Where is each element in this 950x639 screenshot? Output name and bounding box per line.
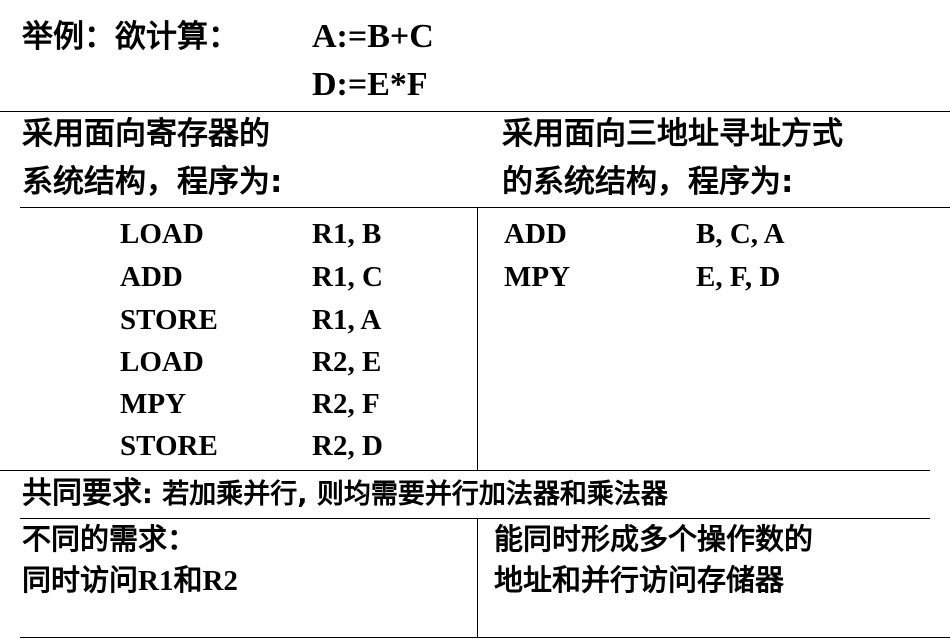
left-op-4: LOAD <box>120 346 204 378</box>
right-op-1: ADD <box>504 218 567 250</box>
right-args-2: E, F, D <box>696 261 781 293</box>
right-header-line2: 的系统结构，程序为: <box>502 164 794 200</box>
left-op-5: MPY <box>120 388 187 420</box>
right-op-2: MPY <box>504 261 571 293</box>
diff-left-reg1: R1 <box>138 565 174 597</box>
common-text: : 若加乘并行, 则均需要并行加法器和乘法器 <box>142 479 668 510</box>
left-op-3: STORE <box>120 304 218 336</box>
left-header-line1: 采用面向寄存器的 <box>22 116 270 152</box>
right-header-line1: 采用面向三地址寻址方式 <box>502 116 843 152</box>
left-args-2: R1, C <box>312 261 383 293</box>
diff-left-mid: 和 <box>173 563 203 597</box>
column-divider-lower <box>477 518 478 637</box>
left-args-1: R1, B <box>312 218 382 250</box>
left-op-6: STORE <box>120 430 218 462</box>
slide: 举例：欲计算： A:=B+C D:=E*F 采用面向寄存器的 系统结构，程序为:… <box>0 0 950 639</box>
common-label: 共同要求 <box>22 476 142 511</box>
diff-right-line1: 能同时形成多个操作数的 <box>494 522 814 556</box>
left-args-4: R2, E <box>312 346 382 378</box>
column-divider-upper <box>477 207 478 470</box>
common-requirement: 共同要求: 若加乘并行, 则均需要并行加法器和乘法器 <box>22 479 668 509</box>
divider-header <box>20 207 950 208</box>
divider-bottom <box>20 637 950 638</box>
example-label: 举例：欲计算： <box>22 19 239 55</box>
left-args-3: R1, A <box>312 304 382 336</box>
left-op-1: LOAD <box>120 218 204 250</box>
right-args-1: B, C, A <box>696 218 785 250</box>
divider-top <box>0 111 950 112</box>
diff-left-prefix: 同时访问 <box>22 563 139 597</box>
expression-a: A:=B+C <box>312 18 434 55</box>
divider-common <box>20 518 930 519</box>
diff-right-line2: 地址和并行访问存储器 <box>494 563 785 597</box>
left-header-line2: 系统结构，程序为: <box>22 164 283 200</box>
divider-program <box>0 470 930 471</box>
diff-left-reg2: R2 <box>202 565 238 597</box>
left-op-2: ADD <box>120 261 183 293</box>
diff-left-line2: 同时访问R1和R2 <box>22 566 238 596</box>
left-args-6: R2, D <box>312 430 383 462</box>
left-args-5: R2, F <box>312 388 380 420</box>
diff-left-line1: 不同的需求： <box>22 522 197 556</box>
expression-d: D:=E*F <box>312 66 428 103</box>
